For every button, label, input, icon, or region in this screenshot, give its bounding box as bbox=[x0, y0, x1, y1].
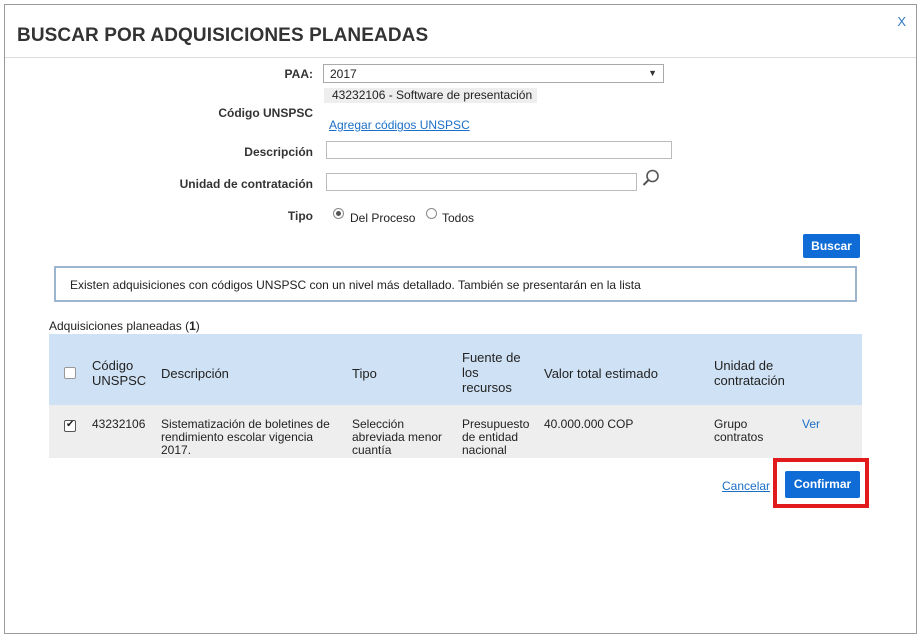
unspsc-code-chip: 43232106 - Software de presentación bbox=[324, 88, 538, 103]
col-unidad-line2: contratación bbox=[714, 373, 785, 388]
row-unidad: Grupo contratos bbox=[714, 418, 763, 444]
col-valor-header[interactable]: Valor total estimado bbox=[544, 366, 658, 381]
col-descripcion-header[interactable]: Descripción bbox=[161, 366, 229, 381]
add-unspsc-link[interactable]: Agregar códigos UNSPSC bbox=[329, 118, 470, 132]
results-label-text: Adquisiciones planeadas bbox=[49, 319, 182, 333]
dialog-title: BUSCAR POR ADQUISICIONES PLANEADAS bbox=[17, 25, 429, 46]
col-fuente-line1: Fuente de bbox=[462, 350, 521, 365]
row-descripcion-line3: 2017. bbox=[161, 443, 192, 457]
row-fuente: Presupuesto de entidad nacional bbox=[462, 418, 529, 457]
col-codigo-line1: Código bbox=[92, 358, 134, 373]
row-tipo-line3: cuantía bbox=[352, 443, 392, 457]
close-button[interactable]: X bbox=[897, 14, 906, 29]
dropdown-arrow-icon: ▼ bbox=[648, 68, 657, 78]
info-message-box: Existen adquisiciones con códigos UNSPSC… bbox=[54, 266, 857, 302]
paa-selected-value: 2017 bbox=[330, 67, 357, 81]
unidad-input[interactable] bbox=[326, 173, 637, 191]
results-count: 1 bbox=[189, 319, 196, 333]
paa-select[interactable]: 2017 ▼ bbox=[323, 64, 664, 83]
table-row[interactable]: 43232106 Sistematización de boletines de… bbox=[49, 405, 862, 458]
row-view-link[interactable]: Ver bbox=[802, 418, 820, 431]
col-codigo-line2: UNSPSC bbox=[92, 373, 147, 388]
col-fuente-header[interactable]: Fuente de los recursos bbox=[462, 350, 521, 395]
row-unidad-line2: contratos bbox=[714, 430, 764, 444]
cancel-link[interactable]: Cancelar bbox=[722, 479, 770, 493]
results-count-close: ) bbox=[195, 319, 200, 333]
results-table-header: Código UNSPSC Descripción Tipo Fuente de… bbox=[49, 334, 862, 405]
row-descripcion: Sistematización de boletines de rendimie… bbox=[161, 418, 330, 457]
search-icon[interactable] bbox=[641, 168, 661, 188]
unspsc-label: Código UNSPSC bbox=[218, 106, 313, 120]
search-button[interactable]: Buscar bbox=[803, 234, 860, 258]
descripcion-input[interactable] bbox=[326, 141, 672, 159]
radio-todos[interactable] bbox=[426, 208, 437, 219]
row-valor: 40.000.000 COP bbox=[544, 417, 634, 431]
col-codigo-header[interactable]: Código UNSPSC bbox=[92, 358, 146, 388]
row-codigo: 43232106 bbox=[92, 417, 146, 431]
radio-todos-label: Todos bbox=[442, 211, 475, 225]
highlight-box bbox=[773, 458, 869, 508]
info-message-text: Existen adquisiciones con códigos UNSPSC… bbox=[70, 278, 641, 292]
col-tipo-header[interactable]: Tipo bbox=[352, 366, 377, 381]
col-unidad-line1: Unidad de bbox=[714, 358, 774, 373]
radio-del-proceso-label: Del Proceso bbox=[350, 211, 416, 225]
unidad-label: Unidad de contratación bbox=[179, 177, 313, 191]
paa-label: PAA: bbox=[284, 67, 313, 81]
radio-del-proceso[interactable] bbox=[333, 208, 344, 219]
descripcion-label: Descripción bbox=[244, 145, 313, 159]
tipo-label: Tipo bbox=[287, 209, 313, 223]
col-fuente-line2: los bbox=[462, 365, 479, 380]
results-label: Adquisiciones planeadas (1) bbox=[49, 319, 200, 333]
col-unidad-header[interactable]: Unidad de contratación bbox=[714, 358, 785, 388]
title-divider bbox=[5, 57, 916, 58]
row-fuente-line3: nacional bbox=[462, 443, 507, 457]
row-tipo: Selección abreviada menor cuantía bbox=[352, 418, 442, 457]
col-fuente-line3: recursos bbox=[462, 380, 512, 395]
select-all-checkbox[interactable] bbox=[64, 367, 76, 379]
row-checkbox[interactable] bbox=[64, 419, 76, 432]
